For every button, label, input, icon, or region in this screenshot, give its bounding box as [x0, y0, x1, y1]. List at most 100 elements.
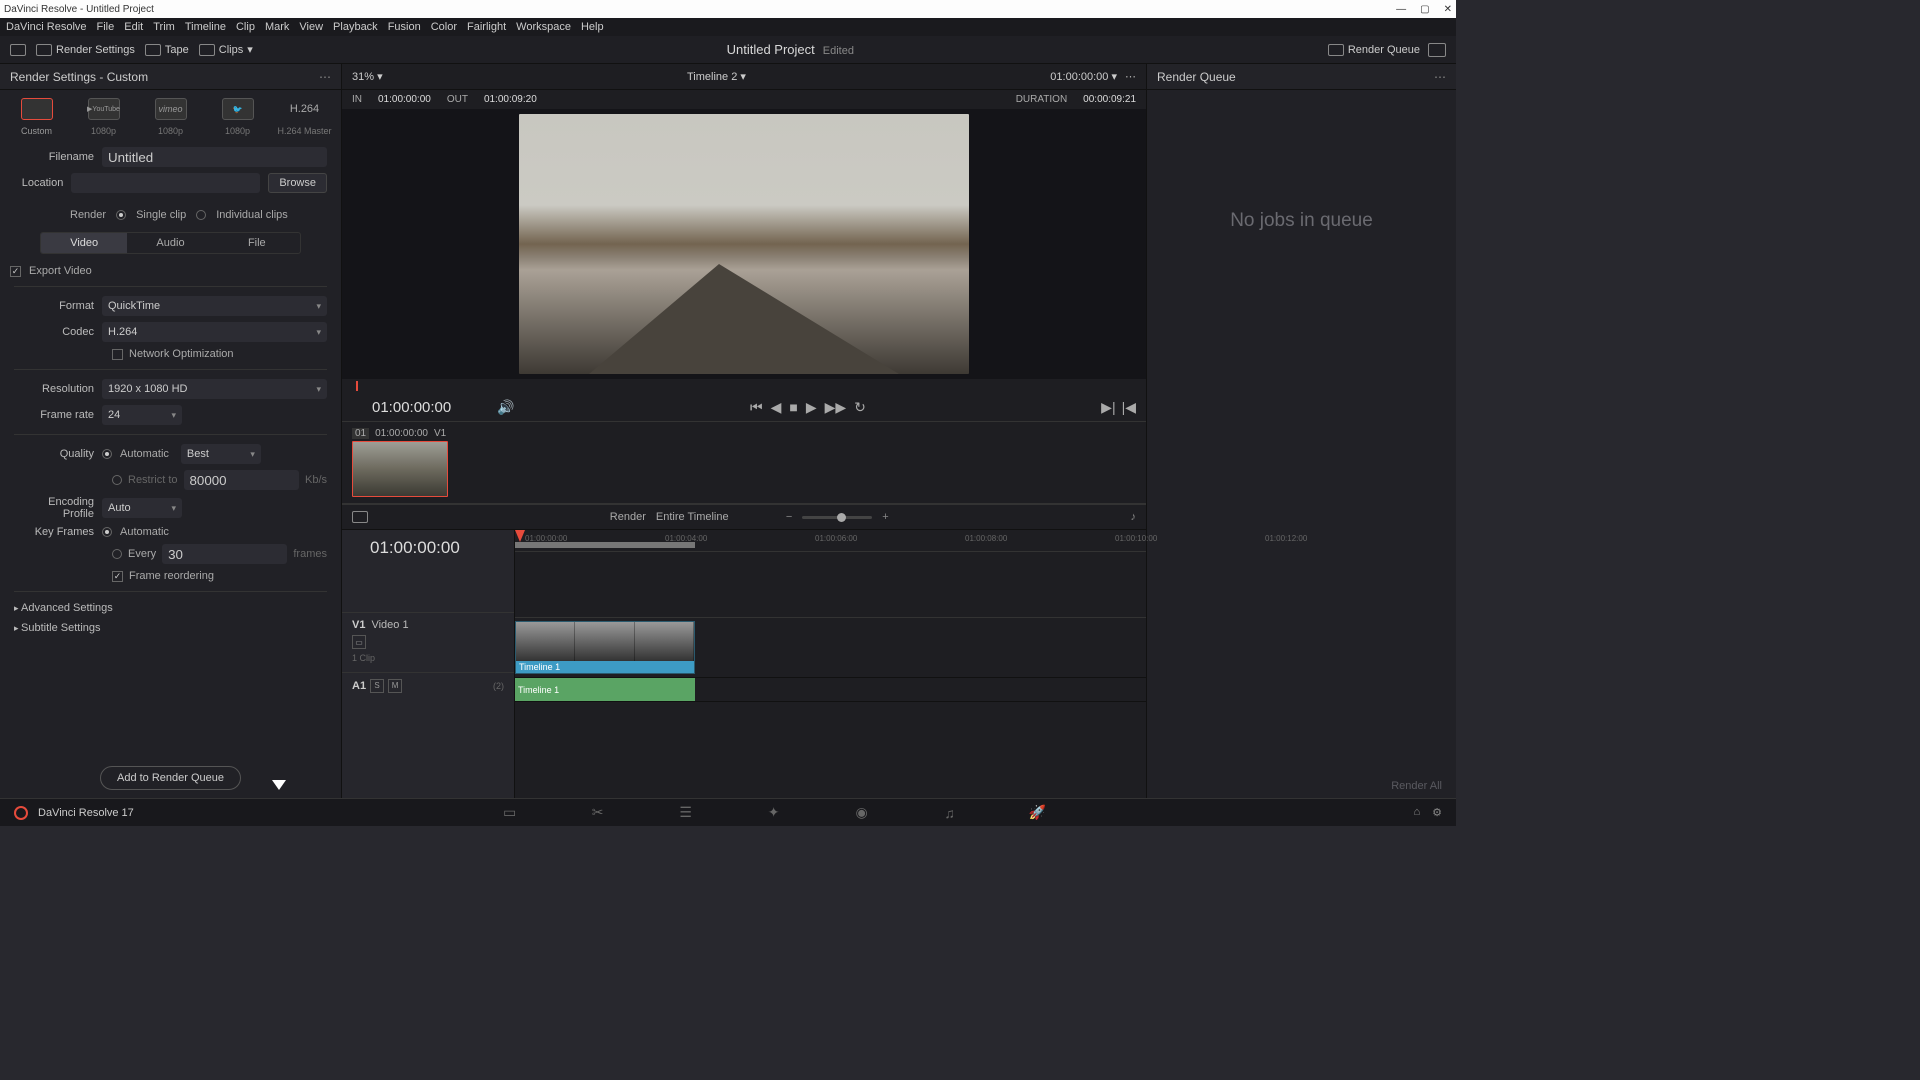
menu-edit[interactable]: Edit — [124, 21, 143, 33]
menu-playback[interactable]: Playback — [333, 21, 378, 33]
clip-thumbnail[interactable] — [352, 441, 448, 497]
location-input[interactable] — [71, 173, 260, 193]
viewer[interactable] — [342, 109, 1146, 379]
subtitle-settings-toggle[interactable]: Subtitle Settings — [0, 618, 341, 638]
color-page-icon[interactable]: ◉ — [853, 806, 871, 820]
video-track[interactable]: Timeline 1 — [515, 618, 1146, 678]
home-icon[interactable]: ⌂ — [1413, 806, 1420, 819]
playhead-icon[interactable] — [515, 530, 525, 542]
framerate-select[interactable]: 24 — [102, 405, 182, 425]
menu-fusion[interactable]: Fusion — [388, 21, 421, 33]
loop-icon[interactable]: ↻ — [854, 399, 866, 416]
render-range-select[interactable]: Entire Timeline — [656, 511, 776, 523]
video-clip[interactable]: Timeline 1 — [515, 621, 695, 674]
menu-trim[interactable]: Trim — [153, 21, 175, 33]
render-settings-button[interactable]: Render Settings — [36, 44, 135, 56]
music-icon[interactable]: ♪ — [1131, 511, 1137, 523]
render-all-button[interactable]: Render All — [1147, 774, 1456, 798]
zoom-out-icon[interactable]: − — [786, 511, 792, 523]
menu-fairlight[interactable]: Fairlight — [467, 21, 506, 33]
edit-page-icon[interactable]: ☰ — [677, 806, 695, 820]
tab-video[interactable]: Video — [41, 233, 127, 253]
menu-color[interactable]: Color — [431, 21, 457, 33]
export-video-checkbox[interactable] — [10, 266, 21, 277]
menu-mark[interactable]: Mark — [265, 21, 289, 33]
tab-audio[interactable]: Audio — [127, 233, 213, 253]
menu-davinci[interactable]: DaVinci Resolve — [6, 21, 87, 33]
jump-next-icon[interactable]: ▶| — [1101, 399, 1115, 416]
radio-restrict[interactable] — [112, 475, 122, 485]
queue-menu-icon[interactable]: ⋯ — [1434, 70, 1446, 84]
menu-file[interactable]: File — [97, 21, 115, 33]
clips-button[interactable]: Clips ▾ — [199, 43, 253, 56]
render-range-label: Render — [610, 511, 646, 523]
preset-twitter[interactable]: 🐦1080p — [209, 98, 266, 136]
preset-custom[interactable]: Custom — [8, 98, 65, 136]
add-to-render-queue-button[interactable]: Add to Render Queue — [100, 766, 241, 790]
menu-workspace[interactable]: Workspace — [516, 21, 571, 33]
radio-individual-clips[interactable] — [196, 210, 206, 220]
keyframes-input[interactable] — [162, 544, 287, 564]
tab-file[interactable]: File — [214, 233, 300, 253]
audio-clip[interactable]: Timeline 1 — [515, 678, 695, 701]
close-icon[interactable]: ✕ — [1444, 4, 1452, 15]
radio-quality-auto[interactable] — [102, 449, 112, 459]
tape-button[interactable]: Tape — [145, 44, 189, 56]
cut-page-icon[interactable]: ✂ — [589, 806, 607, 820]
solo-button[interactable]: S — [370, 679, 384, 693]
timeline-ruler[interactable]: 01:00:00:00 01:00:04:00 01:00:06:00 01:0… — [515, 530, 1146, 552]
prev-frame-icon[interactable]: ◀ — [771, 399, 782, 416]
radio-keyframes-auto[interactable] — [102, 527, 112, 537]
minimize-icon[interactable]: — — [1396, 4, 1406, 15]
stop-icon[interactable]: ■ — [789, 399, 797, 415]
network-opt-checkbox[interactable] — [112, 349, 123, 360]
render-queue-button[interactable]: Render Queue — [1328, 44, 1420, 56]
radio-single-clip[interactable] — [116, 210, 126, 220]
media-page-icon[interactable]: ▭ — [501, 806, 519, 820]
audio-track-header[interactable]: A1 S M (2) — [342, 672, 514, 698]
video-track-header[interactable]: V1 Video 1 ▭ 1 Clip — [342, 612, 514, 672]
menu-timeline[interactable]: Timeline — [185, 21, 226, 33]
layout-icon[interactable] — [10, 44, 26, 56]
frame-reorder-checkbox[interactable] — [112, 571, 123, 582]
preset-youtube[interactable]: ▶YouTube1080p — [75, 98, 132, 136]
filename-input[interactable] — [102, 147, 327, 167]
quality-select[interactable]: Best — [181, 444, 261, 464]
preset-h264[interactable]: H.264H.264 Master — [276, 98, 333, 136]
menu-view[interactable]: View — [299, 21, 323, 33]
radio-keyframes-every[interactable] — [112, 549, 122, 559]
viewer-timecode[interactable]: 01:00:00:00 ▾ — [1050, 70, 1117, 83]
track-video-icon[interactable]: ▭ — [352, 635, 366, 649]
menu-clip[interactable]: Clip — [236, 21, 255, 33]
volume-icon[interactable]: 🔊 — [497, 399, 514, 416]
first-frame-icon[interactable]: ⏮ — [750, 399, 763, 416]
resolution-select[interactable]: 1920 x 1080 HD — [102, 379, 327, 399]
timeline-view-icon[interactable] — [352, 511, 368, 523]
browse-button[interactable]: Browse — [268, 173, 327, 193]
profile-select[interactable]: Auto — [102, 498, 182, 518]
codec-select[interactable]: H.264 — [102, 322, 327, 342]
audio-track[interactable]: Timeline 1 — [515, 678, 1146, 702]
fairlight-page-icon[interactable]: ♫ — [941, 806, 959, 820]
maximize-icon[interactable]: ▢ — [1420, 4, 1429, 15]
timeline-name[interactable]: Timeline 2 ▾ — [383, 70, 1051, 83]
preset-vimeo[interactable]: vimeo1080p — [142, 98, 199, 136]
fusion-page-icon[interactable]: ✦ — [765, 806, 783, 820]
menu-help[interactable]: Help — [581, 21, 604, 33]
zoom-slider[interactable] — [802, 516, 872, 519]
panel-menu-icon[interactable]: ⋯ — [319, 70, 331, 84]
restrict-input[interactable] — [184, 470, 299, 490]
play-icon[interactable]: ▶ — [806, 399, 817, 416]
settings-icon[interactable]: ⚙ — [1432, 806, 1442, 819]
next-frame-icon[interactable]: ▶▶ — [825, 399, 847, 416]
expand-icon[interactable] — [1428, 43, 1446, 57]
mute-button[interactable]: M — [388, 679, 402, 693]
zoom-in-icon[interactable]: + — [882, 511, 888, 523]
last-frame-icon[interactable]: |◀ — [1122, 399, 1136, 416]
viewer-scrubber[interactable] — [342, 379, 1146, 393]
zoom-level[interactable]: 31% ▾ — [352, 70, 383, 83]
advanced-settings-toggle[interactable]: Advanced Settings — [0, 598, 341, 618]
format-select[interactable]: QuickTime — [102, 296, 327, 316]
deliver-page-icon[interactable]: 🚀 — [1029, 806, 1047, 820]
viewer-menu-icon[interactable]: ⋯ — [1125, 70, 1136, 83]
